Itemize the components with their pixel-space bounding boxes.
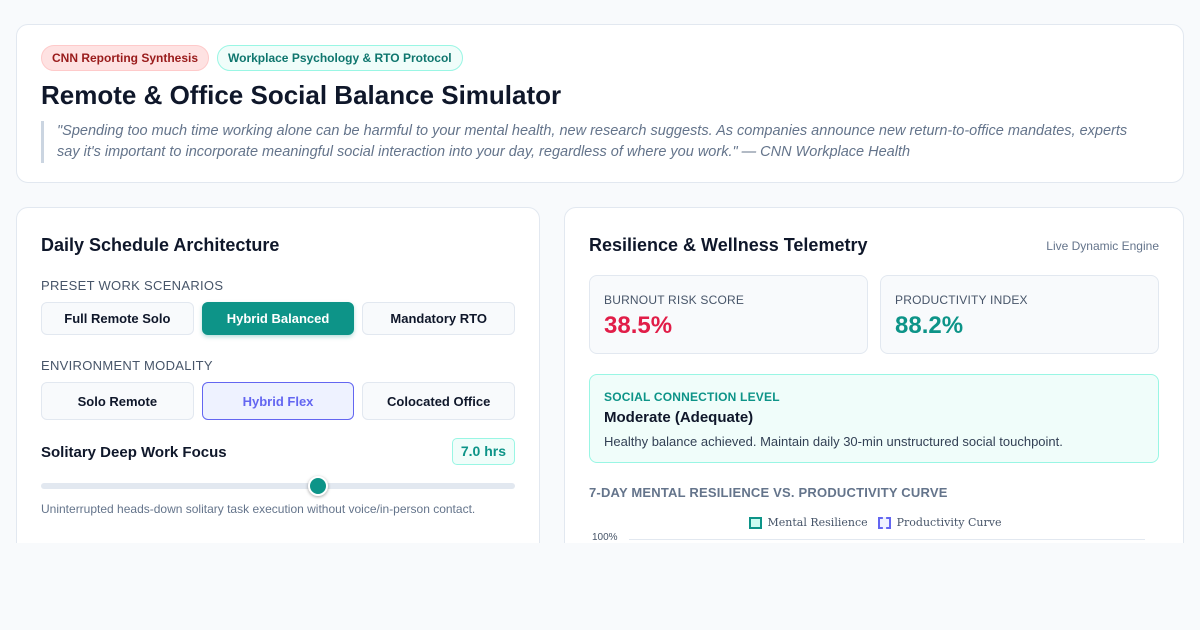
legend-solid-swatch-icon	[748, 516, 762, 529]
legend-productivity-curve[interactable]: Productivity Curve	[877, 516, 1002, 529]
deep-work-description: Uninterrupted heads-down solitary task e…	[41, 502, 476, 516]
deep-work-slider-label: Solitary Deep Work Focus	[41, 444, 227, 461]
preset-mandatory-rto-button[interactable]: Mandatory RTO	[362, 302, 516, 335]
schedule-title: Daily Schedule Architecture	[41, 235, 280, 255]
legend-productivity-curve-label: Productivity Curve	[896, 516, 1002, 529]
chart-y-tick-top: 100%	[592, 532, 618, 543]
cnn-quote: "Spending too much time working alone ca…	[41, 121, 1151, 163]
social-connection-label: SOCIAL CONNECTION LEVEL	[604, 390, 780, 404]
legend-dashed-swatch-icon	[877, 516, 891, 529]
legend-mental-resilience-label: Mental Resilience	[767, 516, 868, 529]
source-badge: CNN Reporting Synthesis	[41, 45, 210, 71]
legend-mental-resilience[interactable]: Mental Resilience	[748, 516, 868, 529]
social-connection-card: SOCIAL CONNECTION LEVEL Moderate (Adequa…	[589, 374, 1159, 463]
social-connection-description: Healthy balance achieved. Maintain daily…	[604, 434, 1063, 449]
chart-grid-line	[629, 539, 1145, 540]
env-hybrid-flex-button[interactable]: Hybrid Flex	[201, 382, 355, 420]
env-colocated-office-button[interactable]: Colocated Office	[362, 382, 516, 420]
deep-work-slider-thumb[interactable]	[307, 476, 328, 496]
burnout-metric-card: BURNOUT RISK SCORE 38.5%	[589, 275, 868, 354]
preset-button-row: Full Remote Solo Hybrid Balanced Mandato…	[41, 302, 516, 335]
productivity-metric-card: PRODUCTIVITY INDEX 88.2%	[880, 275, 1159, 354]
preset-hybrid-balanced-button[interactable]: Hybrid Balanced	[201, 302, 355, 335]
social-connection-level: Moderate (Adequate)	[604, 409, 754, 426]
viewport-cutoff	[0, 543, 1200, 630]
chart-heading: 7-DAY MENTAL RESILIENCE VS. PRODUCTIVITY…	[589, 485, 948, 500]
telemetry-title: Resilience & Wellness Telemetry	[589, 235, 868, 255]
topic-badge: Workplace Psychology & RTO Protocol	[217, 45, 463, 71]
badge-row: CNN Reporting Synthesis Workplace Psycho…	[41, 45, 463, 71]
productivity-label: PRODUCTIVITY INDEX	[895, 293, 1028, 307]
engine-label: Live Dynamic Engine	[1046, 239, 1159, 253]
deep-work-slider-track[interactable]	[41, 476, 515, 496]
burnout-label: BURNOUT RISK SCORE	[604, 293, 745, 307]
chart-legend: Mental Resilience Productivity Curve	[565, 516, 1183, 529]
schedule-panel: Daily Schedule Architecture PRESET WORK …	[16, 207, 540, 567]
telemetry-panel: Resilience & Wellness Telemetry Live Dyn…	[564, 207, 1184, 567]
preset-full-remote-solo-button[interactable]: Full Remote Solo	[41, 302, 194, 335]
header-card: CNN Reporting Synthesis Workplace Psycho…	[16, 24, 1184, 183]
env-solo-remote-button[interactable]: Solo Remote	[41, 382, 194, 420]
preset-scenarios-label: PRESET WORK SCENARIOS	[41, 278, 224, 293]
environment-button-row: Solo Remote Hybrid Flex Colocated Office	[41, 382, 516, 420]
page-title: Remote & Office Social Balance Simulator	[41, 80, 562, 110]
burnout-value: 38.5%	[604, 312, 673, 339]
environment-modality-label: ENVIRONMENT MODALITY	[41, 358, 213, 373]
deep-work-slider-fill	[41, 483, 318, 489]
deep-work-value-pill: 7.0 hrs	[451, 438, 515, 465]
productivity-value: 88.2%	[895, 312, 964, 339]
